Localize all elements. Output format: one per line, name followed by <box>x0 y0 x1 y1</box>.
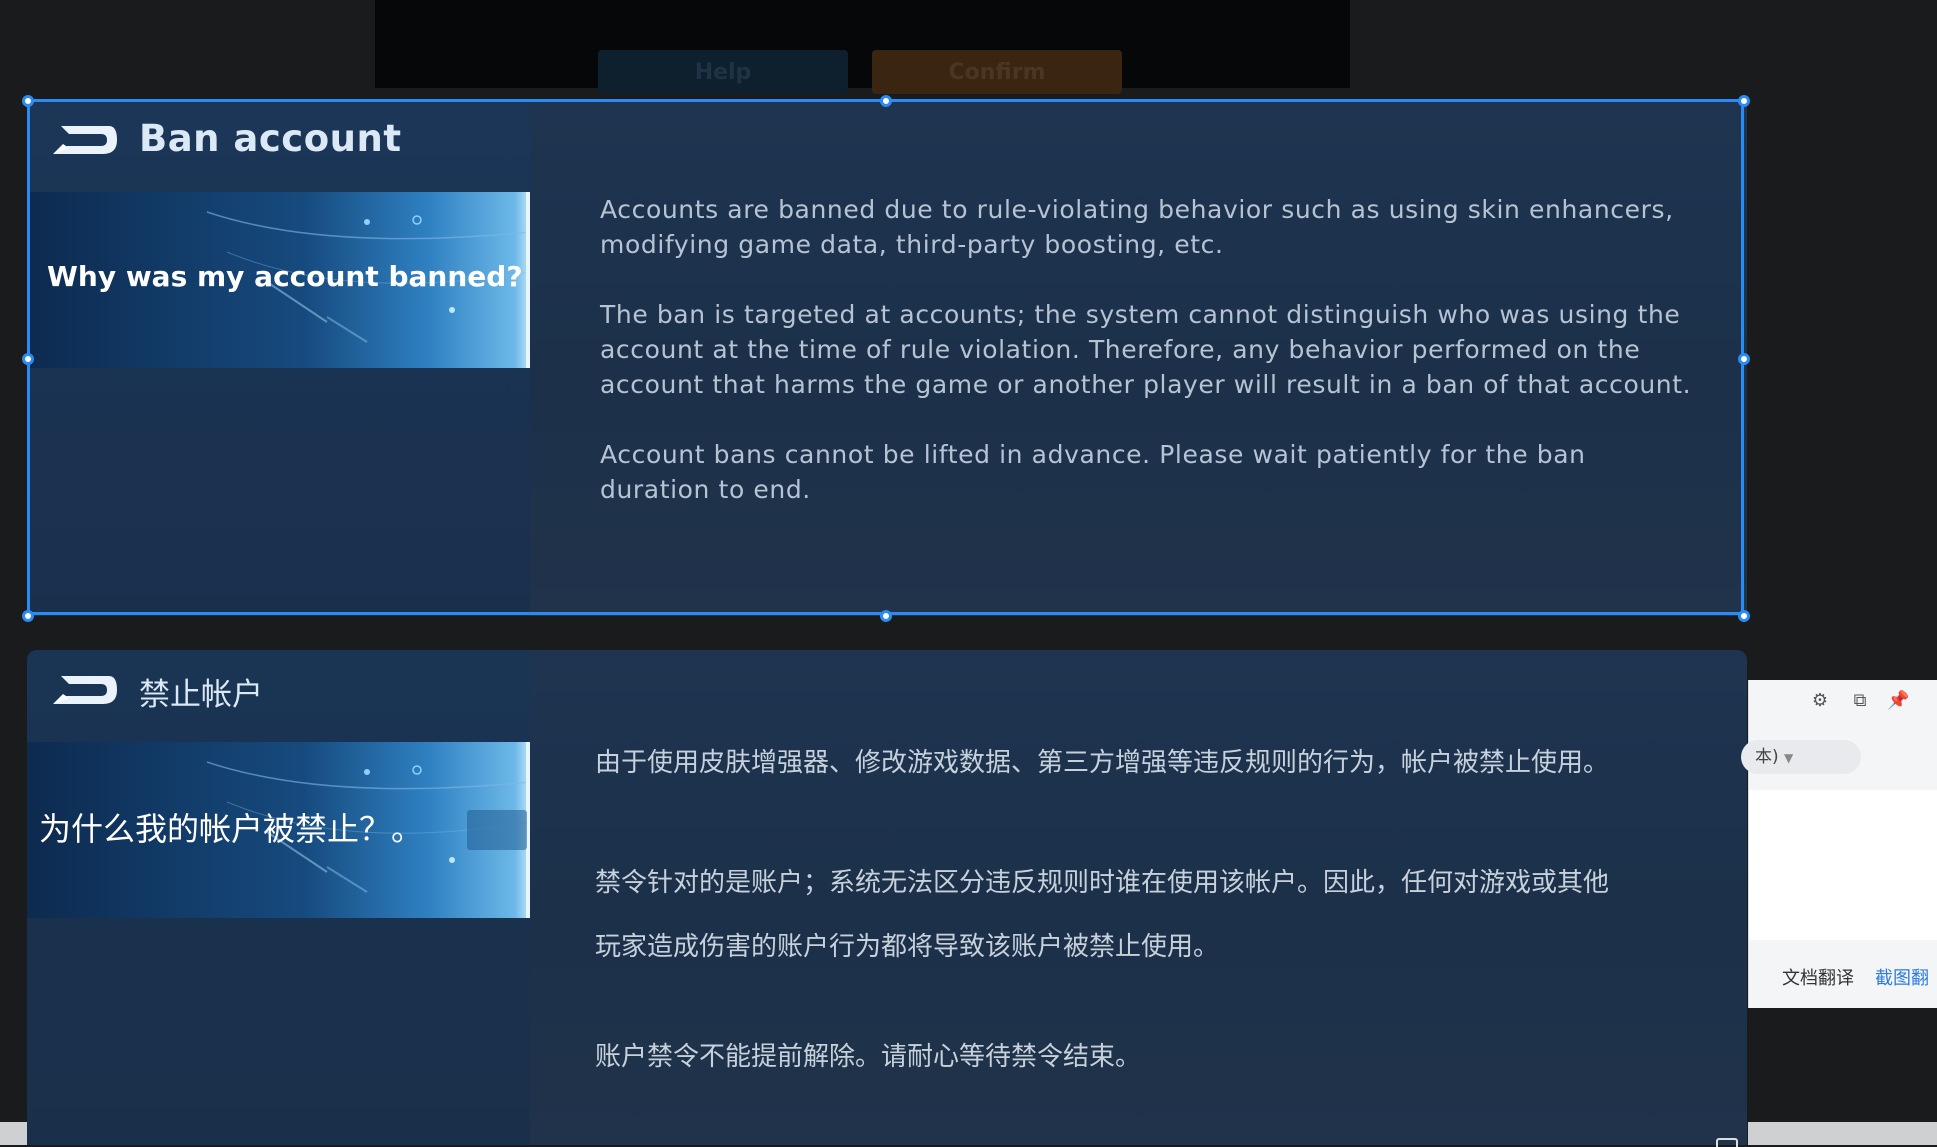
resize-handle-bottom-right[interactable] <box>1738 610 1750 622</box>
chevron-down-icon: ▼ <box>1784 751 1794 765</box>
language-select-value: 本) <box>1755 747 1779 767</box>
screenshot-translate-link[interactable]: 截图翻 <box>1875 964 1929 990</box>
background-dialog <box>375 0 1350 88</box>
answer-paragraph: 禁令针对的是账户；系统无法区分违反规则时谁在使用该帐户。因此，任何对游戏或其他 <box>595 868 1610 898</box>
gear-icon[interactable]: ⚙ <box>1809 690 1831 712</box>
bottom-bar <box>0 1122 27 1145</box>
translation-overlay-patch <box>467 810 527 850</box>
ban-account-card-zh: 禁止帐户 为什么我的帐户被禁止？。 由于使用皮肤增强器、修改游戏数据、第三方增强… <box>27 650 1747 1145</box>
resize-handle-bottom-left[interactable] <box>22 610 34 622</box>
answer-paragraph: 玩家造成伤害的账户行为都将导致该账户被禁止使用。 <box>595 932 1220 962</box>
resize-handle-top-left[interactable] <box>22 95 34 107</box>
back-arrow-icon[interactable] <box>47 670 119 710</box>
page-title: 禁止帐户 <box>139 677 263 713</box>
resize-grip-icon[interactable] <box>1716 1138 1738 1147</box>
bottom-bar <box>1748 1122 1937 1145</box>
question-tab[interactable]: 为什么我的帐户被禁止？。 <box>27 742 530 918</box>
answer-paragraph: 由于使用皮肤增强器、修改游戏数据、第三方增强等违反规则的行为，帐户被禁止使用。 <box>595 748 1610 778</box>
resize-handle-right[interactable] <box>1738 353 1750 365</box>
translator-output-area[interactable] <box>1749 790 1937 940</box>
help-button[interactable]: Help <box>598 50 848 94</box>
translator-toolbar: ⚙ ⧉ 📌 <box>1749 680 1937 720</box>
confirm-button[interactable]: Confirm <box>872 50 1122 94</box>
selection-frame[interactable] <box>27 99 1744 615</box>
answer-paragraph: 账户禁令不能提前解除。请耐心等待禁令结束。 <box>595 1042 1142 1072</box>
resize-handle-top[interactable] <box>880 95 892 107</box>
question-label: 为什么我的帐户被禁止？。 <box>39 810 424 848</box>
doc-translate-link[interactable]: 文档翻译 <box>1782 964 1854 990</box>
resize-handle-left[interactable] <box>22 353 34 365</box>
pin-icon[interactable]: 📌 <box>1887 690 1909 712</box>
resize-handle-bottom[interactable] <box>880 610 892 622</box>
translator-panel: ⚙ ⧉ 📌 本) ▼ 文档翻译 截图翻 <box>1741 680 1937 1008</box>
crop-icon[interactable]: ⧉ <box>1849 690 1871 712</box>
resize-handle-top-right[interactable] <box>1738 95 1750 107</box>
language-select[interactable]: 本) ▼ <box>1741 740 1861 774</box>
